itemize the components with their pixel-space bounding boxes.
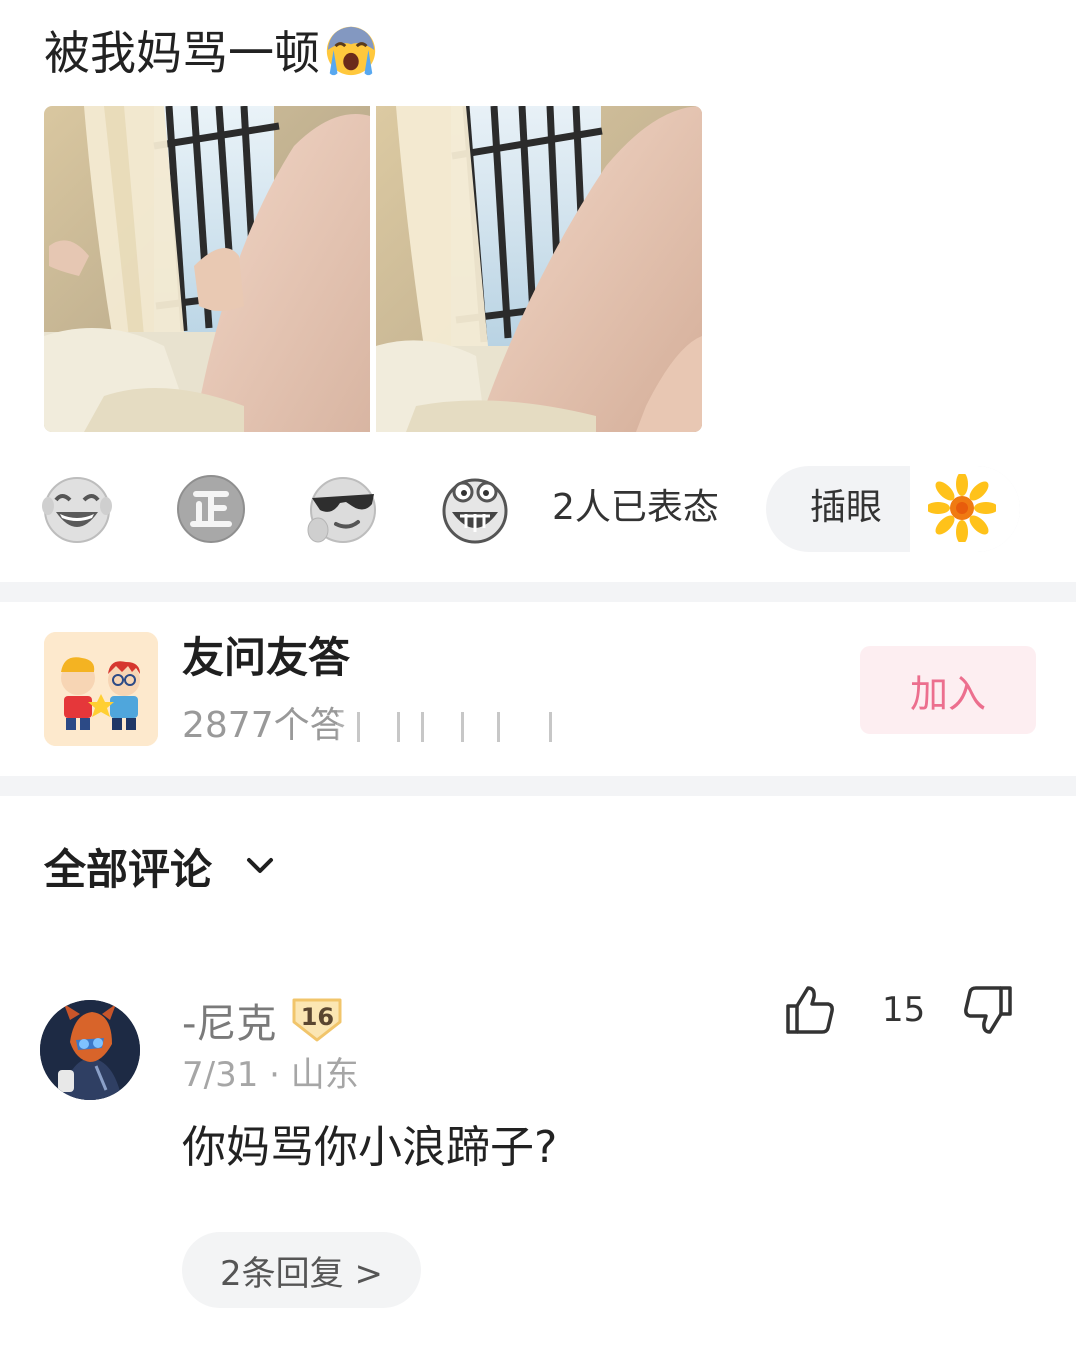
comment-item: -尼克 16 7/31 · 山东 你妈骂你小浪蹄子? 2条回复 > 15: [0, 986, 1076, 1330]
username[interactable]: -尼克: [182, 991, 276, 1049]
username-row: -尼克 16: [182, 992, 344, 1048]
comment-meta: 7/31 · 山东: [182, 1055, 359, 1095]
group-name: 友问友答: [182, 633, 351, 682]
comment-sort-dropdown[interactable]: 全部评论: [44, 836, 276, 896]
group-avatar[interactable]: [44, 632, 158, 746]
reaction-bar: 2人已表态 插眼: [0, 466, 1076, 552]
laughing-face-icon[interactable]: [40, 472, 114, 546]
obscured-text: [337, 708, 577, 744]
post-image-2[interactable]: [376, 106, 702, 432]
avatar[interactable]: [40, 1000, 140, 1100]
thumbs-down-icon[interactable]: [962, 984, 1014, 1036]
comment-sort-label: 全部评论: [44, 844, 213, 894]
post-image-1[interactable]: [44, 106, 370, 432]
post-title: 被我妈骂一顿: [44, 20, 380, 80]
pill-label: 插眼: [810, 487, 883, 528]
group-card[interactable]: 友问友答 2877个答 加入: [0, 602, 1076, 776]
cool-sunglasses-face-icon[interactable]: [306, 472, 380, 546]
like-count: 15: [882, 990, 926, 1030]
join-button[interactable]: 加入: [860, 646, 1036, 734]
section-divider: [0, 776, 1076, 796]
post-title-text: 被我妈骂一顿: [44, 26, 320, 80]
grimace-face-icon[interactable]: [438, 472, 512, 546]
zheng-badge-icon[interactable]: [174, 472, 248, 546]
level-badge: 16: [290, 996, 344, 1044]
chevron-down-icon: [247, 858, 274, 873]
comment-text: 你妈骂你小浪蹄子?: [182, 1122, 558, 1173]
level-number: 16: [300, 1003, 335, 1031]
group-stats-wrap: 2877个答: [182, 702, 582, 750]
section-divider: [0, 582, 1076, 602]
thumbs-up-icon[interactable]: [784, 984, 836, 1036]
pill-flower-box: [910, 466, 1020, 552]
view-replies-button[interactable]: 2条回复 >: [182, 1232, 421, 1308]
reaction-count: 2人已表态: [552, 487, 719, 528]
sunflower-icon: [928, 474, 996, 542]
crying-face-icon: [326, 26, 376, 76]
group-stats: 2877个答: [182, 705, 346, 746]
bookmark-reaction-pill[interactable]: 插眼: [766, 466, 1020, 552]
